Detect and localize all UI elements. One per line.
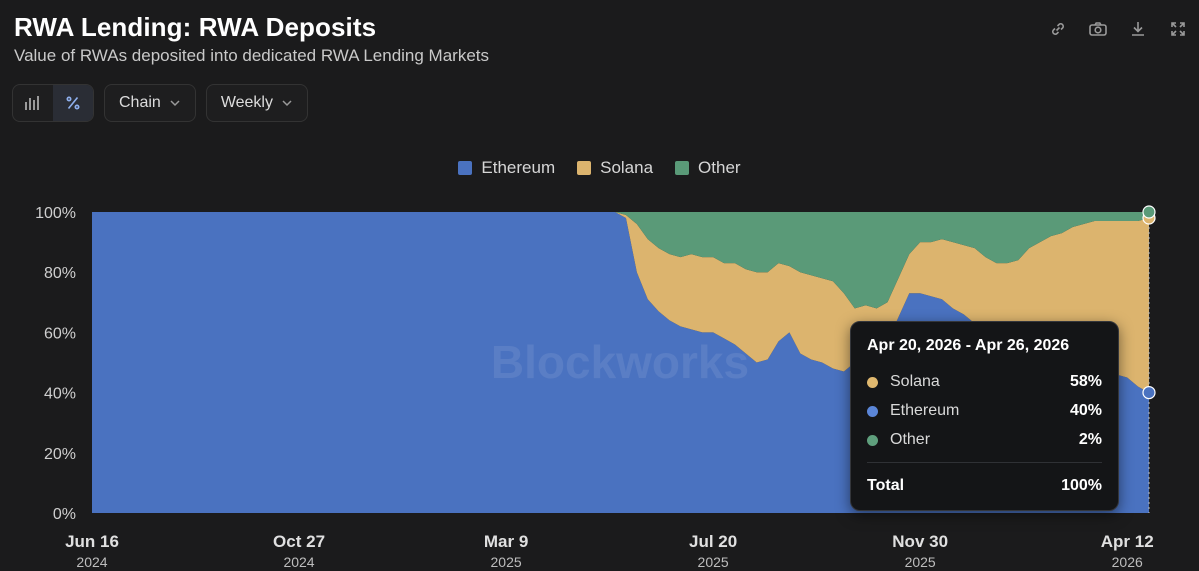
y-tick-label: 20% <box>44 446 76 463</box>
tooltip-label-ethereum: Ethereum <box>890 402 960 419</box>
x-tick-label: Oct 27 <box>273 532 325 551</box>
tooltip-divider <box>867 462 1102 463</box>
tooltip-dot-other <box>867 434 878 446</box>
y-tick-label: 100% <box>35 205 76 222</box>
tooltip-total: Total 100% <box>867 477 1102 495</box>
x-tick-year: 2024 <box>76 554 107 570</box>
x-tick-label: Apr 12 <box>1101 532 1154 551</box>
x-tick-year: 2024 <box>283 554 314 570</box>
x-tick-year: 2025 <box>905 554 936 570</box>
tooltip-row-solana: Solana 58% <box>867 373 1102 391</box>
x-tick-label: Mar 9 <box>484 532 528 551</box>
x-tick-year: 2026 <box>1112 554 1143 570</box>
tooltip-dot-solana <box>867 376 878 388</box>
tooltip-row-ethereum: Ethereum 40% <box>867 402 1102 420</box>
tooltip-label-other: Other <box>890 431 931 448</box>
x-tick-year: 2025 <box>698 554 729 570</box>
chart-tooltip: Apr 20, 2026 - Apr 26, 2026 Solana 58% E… <box>850 321 1119 511</box>
hover-marker-ethereum <box>1142 386 1156 400</box>
tooltip-dot-ethereum <box>867 405 878 417</box>
x-tick-label: Jun 16 <box>65 532 119 551</box>
tooltip-value-solana: 58% <box>1069 373 1102 390</box>
tooltip-total-value: 100% <box>1061 477 1102 494</box>
tooltip-total-label: Total <box>867 477 905 494</box>
tooltip-row-other: Other 2% <box>867 431 1102 449</box>
watermark: Blockworks <box>491 336 749 388</box>
tooltip-label-solana: Solana <box>890 373 940 390</box>
tooltip-value-ethereum: 40% <box>1069 402 1102 419</box>
tooltip-value-other: 2% <box>1078 431 1102 448</box>
x-tick-year: 2025 <box>491 554 522 570</box>
x-tick-label: Jul 20 <box>689 532 737 551</box>
x-tick-label: Nov 30 <box>892 532 948 551</box>
y-tick-label: 60% <box>44 325 76 342</box>
tooltip-title: Apr 20, 2026 - Apr 26, 2026 <box>867 337 1070 354</box>
y-tick-label: 40% <box>44 386 76 403</box>
y-tick-label: 0% <box>53 506 76 523</box>
y-tick-label: 80% <box>44 265 76 282</box>
hover-marker-other <box>1142 205 1156 219</box>
